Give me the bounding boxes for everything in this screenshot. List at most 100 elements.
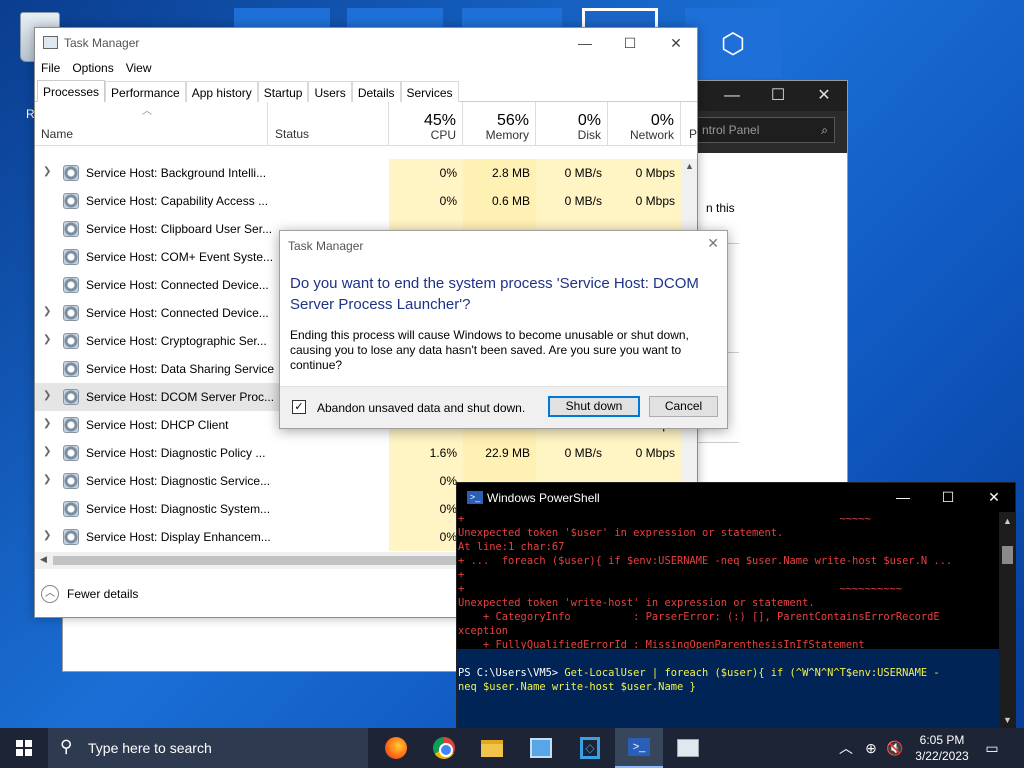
column-network[interactable]: 0% Network (608, 102, 681, 146)
maximize-button[interactable]: ☐ (925, 483, 971, 512)
network-icon[interactable]: ⊕ (860, 728, 882, 768)
close-button[interactable]: ✕ (653, 28, 697, 58)
powershell-titlebar: >_ Windows PowerShell — ☐ ✕ (457, 483, 1015, 512)
taskbar-task-manager[interactable] (664, 728, 712, 768)
tab-startup[interactable]: Startup (257, 81, 309, 102)
column-memory[interactable]: 56% Memory (463, 102, 536, 146)
column-disk[interactable]: 0% Disk (536, 102, 608, 146)
minimize-button[interactable]: — (709, 85, 755, 107)
chevron-right-icon[interactable]: ❯ (43, 306, 51, 317)
scroll-down-icon[interactable]: ▼ (1003, 715, 1012, 725)
close-button[interactable]: ✕ (801, 85, 847, 107)
cube-tile[interactable]: ⬡ (685, 8, 781, 78)
minimize-button[interactable]: — (562, 28, 608, 58)
search-placeholder: Type here to search (88, 740, 212, 756)
gear-icon (63, 361, 79, 377)
chevron-right-icon[interactable]: ❯ (43, 474, 51, 485)
abandon-data-checkbox[interactable]: ✓ (292, 400, 306, 414)
chevron-right-icon[interactable]: ❯ (43, 390, 51, 401)
volume-muted-icon[interactable]: 🔇 (884, 728, 906, 768)
menu-options[interactable]: Options (72, 58, 121, 80)
taskbar-search-box[interactable]: ⚲ Type here to search (48, 728, 368, 768)
tab-bar: Processes Performance App history Startu… (35, 80, 697, 102)
chevron-right-icon[interactable]: ❯ (43, 530, 51, 541)
control-panel-search-input[interactable]: ntrol Panel ⌕ (695, 117, 835, 143)
column-name[interactable] (35, 102, 268, 146)
windows-logo-icon (16, 740, 32, 756)
tab-users[interactable]: Users (308, 81, 352, 102)
maximize-button[interactable]: ☐ (755, 85, 801, 107)
fewer-details-button[interactable]: ︿ Fewer details (41, 583, 138, 605)
chevron-right-icon[interactable]: ❯ (43, 418, 51, 429)
system-clock[interactable]: 6:05 PM 3/22/2023 (910, 732, 974, 764)
command-part-1: Get-LocalUser | foreach ($user){ if (^W^… (558, 667, 940, 679)
control-panel-icon (530, 738, 552, 758)
gear-icon (63, 445, 79, 461)
scroll-up-icon[interactable]: ▲ (685, 161, 694, 171)
notification-icon[interactable]: ▭ (978, 728, 1006, 768)
gear-icon (63, 333, 79, 349)
memory-label: Memory (485, 128, 529, 142)
output-line: + ~~~~~ (458, 513, 871, 525)
abandon-data-label[interactable]: Abandon unsaved data and shut down. (317, 401, 525, 415)
table-row[interactable]: ❯ Service Host: Background Intelli... 0% 2.… (35, 159, 681, 187)
powershell-input-area[interactable]: PS C:\Users\VM5> Get-LocalUser | foreach… (457, 649, 999, 729)
process-name: Service Host: Diagnostic System... (86, 502, 271, 516)
task-manager-icon (677, 739, 699, 757)
shut-down-button[interactable]: Shut down (548, 396, 640, 417)
show-hidden-icons-button[interactable]: ︿ (836, 728, 856, 768)
search-icon: ⌕ (821, 123, 828, 137)
chevron-right-icon[interactable]: ❯ (43, 166, 51, 177)
column-header-row: ︿ Name Status 45% CPU 56% Memory 0% Disk… (35, 102, 697, 146)
process-name: Service Host: Diagnostic Policy ... (86, 446, 266, 460)
column-header-power[interactable]: P (689, 127, 697, 141)
dialog-footer: ✓ Abandon unsaved data and shut down. Sh… (280, 386, 727, 428)
cpu-label: CPU (430, 128, 456, 142)
dialog-close-icon[interactable]: ✕ (707, 235, 719, 252)
output-line: At line:1 char:67 (458, 541, 565, 553)
search-icon: ⚲ (60, 737, 73, 756)
tab-app-history[interactable]: App history (185, 81, 258, 102)
output-line: Unexpected token '$user' in expression o… (458, 527, 784, 539)
cancel-button[interactable]: Cancel (649, 396, 718, 417)
cpu-value: 0% (389, 467, 463, 495)
menu-view[interactable]: View (126, 58, 160, 80)
process-name: Service Host: Connected Device... (86, 306, 269, 320)
table-row[interactable]: ❯ Service Host: Diagnostic Policy ... 1.6%… (35, 439, 681, 467)
tab-services[interactable]: Services (400, 81, 459, 102)
memory-value: 22.9 MB (463, 439, 536, 467)
output-line: + (458, 569, 465, 581)
end-process-dialog: Task Manager ✕ Do you want to end the sy… (279, 230, 728, 429)
close-button[interactable]: ✕ (971, 483, 1017, 512)
taskbar-firefox[interactable] (372, 728, 420, 768)
scrollbar-thumb[interactable] (53, 556, 461, 565)
scrollbar-thumb[interactable] (1002, 546, 1013, 564)
table-row[interactable]: Service Host: Capability Access ... 0% 0.6… (35, 187, 681, 215)
taskbar-visual-studio[interactable]: ◇ (566, 728, 614, 768)
menu-file[interactable]: File (41, 58, 68, 80)
powershell-scrollbar[interactable]: ▲ ▼ (999, 512, 1016, 729)
taskbar-control-panel[interactable] (517, 728, 565, 768)
tab-details[interactable]: Details (351, 81, 401, 102)
process-name: Service Host: Clipboard User Ser... (86, 222, 273, 236)
network-label: Network (629, 128, 674, 142)
taskbar-chrome[interactable] (420, 728, 468, 768)
chevron-right-icon[interactable]: ❯ (43, 334, 51, 345)
scroll-up-icon[interactable]: ▲ (1003, 516, 1012, 526)
scroll-left-icon[interactable]: ◀ (40, 554, 47, 565)
column-status[interactable] (268, 102, 389, 146)
chevron-right-icon[interactable]: ❯ (43, 446, 51, 457)
start-button[interactable] (0, 728, 48, 768)
tab-performance[interactable]: Performance (105, 81, 186, 102)
gear-icon (63, 389, 79, 405)
taskbar-powershell[interactable]: >_ (615, 728, 663, 768)
tab-processes[interactable]: Processes (37, 80, 106, 102)
process-name: Service Host: DCOM Server Proc... (86, 390, 275, 404)
minimize-button[interactable]: — (880, 483, 926, 512)
taskbar-file-explorer[interactable] (468, 728, 516, 768)
column-cpu[interactable]: 45% CPU (389, 102, 463, 146)
command-line[interactable]: PS C:\Users\VM5> Get-LocalUser | foreach… (458, 666, 940, 694)
cpu-value: 0% (389, 523, 463, 551)
prompt: PS C:\Users\VM5> (458, 667, 559, 679)
maximize-button[interactable]: ☐ (607, 28, 653, 58)
